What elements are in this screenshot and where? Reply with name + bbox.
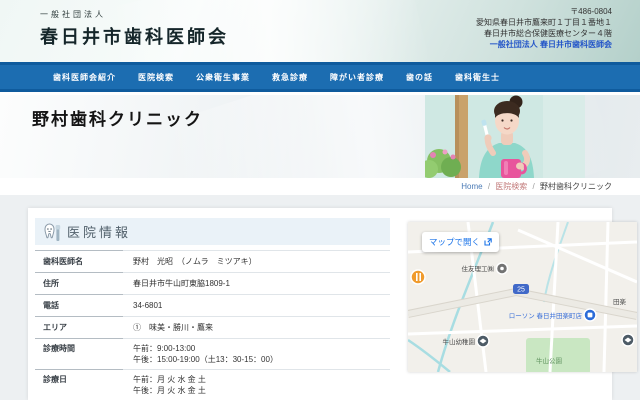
page-banner: 野村歯科クリニック (0, 95, 640, 178)
breadcrumb: Home / 医院検索 / 野村歯科クリニック (461, 181, 612, 192)
banner-photo (420, 95, 585, 178)
breadcrumb-home-link[interactable]: Home (461, 182, 482, 191)
nav-item-clinic-search[interactable]: 医院検索 (127, 72, 185, 83)
table-row-phone: 電話 34-6801 (35, 294, 390, 316)
address-line-1: 愛知県春日井市鷹来町１丁目１番地１ (476, 18, 612, 27)
table-row-address: 住所 春日井市牛山町東脇1809-1 (35, 272, 390, 294)
map-label-convenience: ローソン 春日井田楽町店 (509, 311, 583, 320)
row-value: ① 味美・勝川・鷹来 (123, 316, 390, 338)
row-value: 午前：月 火 水 金 土 午後：月 火 水 金 土 (123, 369, 390, 400)
woman-toothbrush-photo (420, 95, 585, 178)
row-label: 電話 (35, 294, 123, 316)
nav-item-emergency[interactable]: 救急診療 (261, 72, 319, 83)
row-label: エリア (35, 316, 123, 338)
row-value: 34-6801 (123, 294, 390, 316)
page-title: 野村歯科クリニック (32, 110, 203, 129)
map-label-kindergarten: 牛山幼稚園 (443, 337, 476, 346)
open-in-maps-label: マップで開く (429, 237, 481, 247)
section-title: 医院情報 (67, 225, 132, 240)
external-link-icon (484, 238, 492, 246)
breadcrumb-search-link[interactable]: 医院検索 (495, 182, 527, 191)
nav-item-about[interactable]: 歯科医師会紹介 (42, 72, 127, 83)
header-contact-block: 〒486-0804 愛知県春日井市鷹来町１丁目１番地１ 春日井市総合保健医療セン… (476, 6, 612, 50)
address-line-2: 春日井市総合保健医療センター４階 (484, 29, 612, 38)
org-home-link[interactable]: 一般社団法人 春日井市歯科医師会 (476, 39, 612, 50)
nav-item-tooth-talk[interactable]: 歯の話 (395, 72, 444, 83)
location-map[interactable]: 25 住友理工㈱ 田楽 ローソン 春日井田楽町店 牛山幼稚園 牛山公園 マップで… (408, 222, 637, 372)
main-nav: 歯科医師会紹介 医院検索 公衆衛生事業 救急診療 障がい者診療 歯の話 歯科衛生… (0, 62, 640, 92)
row-value: 午前：9:00-13:00 午後：15:00-19:00（土13：30-15：0… (123, 338, 390, 369)
table-row-open-days: 診療日 午前：月 火 水 金 土 午後：月 火 水 金 土 (35, 369, 390, 400)
table-row-hours: 診療時間 午前：9:00-13:00 午後：15:00-19:00（土13：30… (35, 338, 390, 369)
site-logo[interactable]: 一般社団法人 春日井市歯科医師会 (40, 9, 229, 49)
map-label-company: 住友理工㈱ (462, 264, 495, 273)
row-label: 住所 (35, 272, 123, 294)
site-header: 一般社団法人 春日井市歯科医師会 〒486-0804 愛知県春日井市鷹来町１丁目… (0, 0, 640, 145)
table-row-area: エリア ① 味美・勝川・鷹来 (35, 316, 390, 338)
nav-item-hygienist[interactable]: 歯科衛生士 (444, 72, 511, 83)
nav-item-public-health[interactable]: 公衆衛生事業 (185, 72, 261, 83)
nav-item-disability-care[interactable]: 障がい者診療 (319, 72, 395, 83)
postal-code: 〒486-0804 (570, 7, 612, 16)
tooth-icon (44, 223, 61, 241)
clinic-info-table: 歯科医師名 野村 光昭 （ノムラ ミツアキ） 住所 春日井市牛山町東脇1809-… (35, 250, 390, 400)
breadcrumb-current: 野村歯科クリニック (540, 182, 612, 191)
row-label: 診療時間 (35, 338, 123, 369)
row-value: 春日井市牛山町東脇1809-1 (123, 272, 390, 294)
section-header: 医院情報 (35, 218, 390, 245)
table-row-dentist-name: 歯科医師名 野村 光昭 （ノムラ ミツアキ） (35, 250, 390, 272)
logo-org-type: 一般社団法人 (40, 10, 106, 19)
breadcrumb-separator: / (532, 182, 535, 191)
map-label-park: 牛山公園 (536, 356, 562, 365)
breadcrumb-separator: / (487, 182, 491, 191)
restaurant-icon (410, 269, 426, 285)
map-label-district: 田楽 (613, 297, 627, 306)
route-number-badge: 25 (517, 287, 525, 294)
row-label: 歯科医師名 (35, 250, 123, 272)
open-in-maps-button[interactable]: マップで開く (422, 232, 500, 252)
row-label: 診療日 (35, 369, 123, 400)
logo-org-name: 春日井市歯科医師会 (40, 27, 229, 47)
page: 一般社団法人 春日井市歯科医師会 〒486-0804 愛知県春日井市鷹来町１丁目… (0, 0, 640, 400)
row-value: 野村 光昭 （ノムラ ミツアキ） (123, 250, 390, 272)
